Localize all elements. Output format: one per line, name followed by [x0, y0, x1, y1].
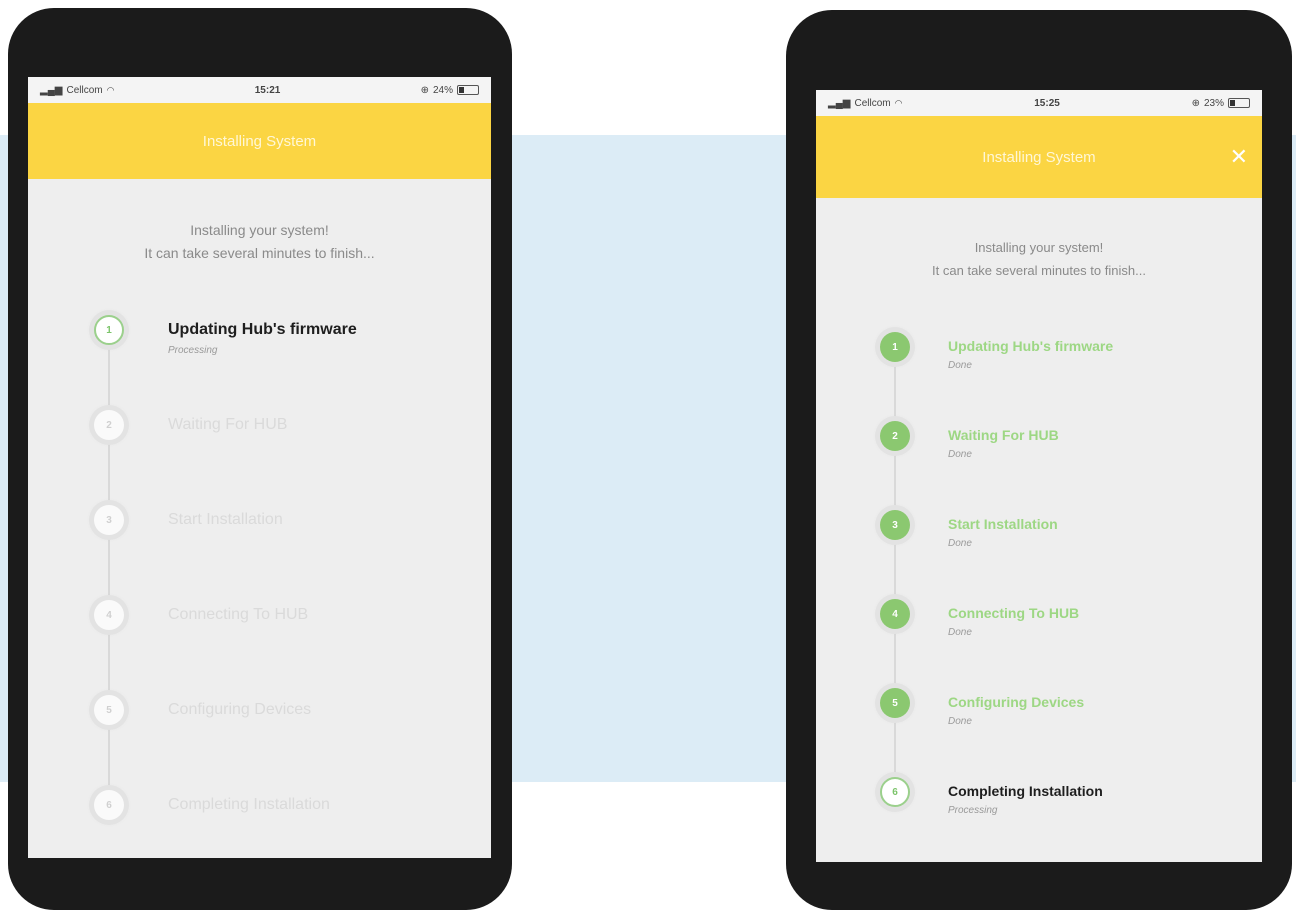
wifi-icon: ◠	[894, 97, 903, 108]
battery-icon	[1228, 98, 1250, 108]
step-number-badge: 6	[94, 790, 124, 820]
step-number-badge: 2	[880, 421, 910, 451]
step-number-badge: 1	[94, 315, 124, 345]
step-status: Done	[948, 627, 972, 638]
step-item: 5 Configuring Devices	[28, 695, 491, 790]
step-item: 4 Connecting To HUB	[28, 600, 491, 695]
steps-list: 1 Updating Hub's firmware Processing 2 W…	[28, 315, 491, 858]
status-bar: ▂▄▆ Cellcom ◠ 15:25 ⊕ 23%	[816, 90, 1262, 116]
step-item: 2 Waiting For HUB Done	[816, 421, 1262, 510]
step-status: Processing	[168, 345, 218, 356]
signal-icon: ▂▄▆	[828, 97, 851, 109]
step-item: 3 Start Installation Done	[816, 510, 1262, 599]
step-number-badge: 5	[880, 688, 910, 718]
phone-screen: ▂▄▆ Cellcom ◠ 15:25 ⊕ 23% Installing Sys…	[816, 90, 1262, 862]
intro-line-1: Installing your system!	[190, 222, 329, 238]
alarm-icon: ⊕	[1191, 97, 1200, 109]
step-item: 1 Updating Hub's firmware Done	[816, 332, 1262, 421]
step-label: Configuring Devices	[168, 701, 312, 718]
step-label: Completing Installation	[948, 783, 1103, 799]
phone-left: ▂▄▆ Cellcom ◠ 15:21 ⊕ 24% Installing Sys…	[8, 8, 512, 910]
intro-line-2: It can take several minutes to finish...	[144, 245, 375, 261]
battery-icon	[457, 85, 479, 95]
carrier-name: Cellcom	[854, 97, 891, 109]
status-bar: ▂▄▆ Cellcom ◠ 15:21 ⊕ 24%	[28, 77, 491, 103]
step-status: Processing	[948, 805, 998, 816]
step-label: Waiting For HUB	[948, 427, 1059, 443]
header-title: Installing System	[202, 132, 317, 150]
step-label: Completing Installation	[168, 796, 330, 813]
wifi-icon: ◠	[106, 84, 115, 95]
step-label: Waiting For HUB	[168, 416, 288, 433]
steps-list: 1 Updating Hub's firmware Done 2 Waiting…	[816, 332, 1262, 862]
intro-text: Installing your system! It can take seve…	[28, 219, 491, 265]
step-item: 5 Configuring Devices Done	[816, 688, 1262, 777]
phone-right: ▂▄▆ Cellcom ◠ 15:25 ⊕ 23% Installing Sys…	[786, 10, 1292, 910]
step-number-badge: 6	[880, 777, 910, 807]
step-item: 6 Completing Installation	[28, 790, 491, 858]
header-title: Installing System	[982, 148, 1096, 166]
carrier-name: Cellcom	[66, 84, 103, 96]
step-label: Start Installation	[948, 516, 1058, 532]
step-label: Connecting To HUB	[948, 605, 1080, 621]
app-header: Installing System	[28, 103, 491, 179]
step-number-badge: 4	[94, 600, 124, 630]
intro-line-1: Installing your system!	[974, 240, 1104, 255]
step-item: 6 Completing Installation Processing	[816, 777, 1262, 862]
step-number-badge: 2	[94, 410, 124, 440]
phone-screen: ▂▄▆ Cellcom ◠ 15:21 ⊕ 24% Installing Sys…	[28, 77, 491, 858]
alarm-icon: ⊕	[420, 84, 429, 96]
step-label: Start Installation	[168, 511, 283, 528]
step-label: Configuring Devices	[948, 694, 1085, 710]
step-item: 4 Connecting To HUB Done	[816, 599, 1262, 688]
status-time: 15:25	[1034, 97, 1060, 109]
signal-icon: ▂▄▆	[40, 84, 63, 96]
step-number-badge: 3	[880, 510, 910, 540]
step-status: Done	[948, 716, 972, 727]
step-number-badge: 3	[94, 505, 124, 535]
intro-line-2: It can take several minutes to finish...	[932, 263, 1146, 278]
step-item: 2 Waiting For HUB	[28, 410, 491, 505]
step-item: 1 Updating Hub's firmware Processing	[28, 315, 491, 410]
battery-percent: 24%	[432, 84, 453, 96]
step-label: Updating Hub's firmware	[168, 321, 357, 338]
app-header: Installing System ✕	[816, 116, 1262, 198]
step-number-badge: 5	[94, 695, 124, 725]
step-status: Done	[948, 449, 972, 460]
step-status: Done	[948, 538, 972, 549]
step-number-badge: 4	[880, 599, 910, 629]
intro-text: Installing your system! It can take seve…	[816, 236, 1262, 282]
step-number-badge: 1	[880, 332, 910, 362]
close-button[interactable]: ✕	[1230, 146, 1248, 168]
status-time: 15:21	[254, 84, 281, 96]
step-status: Done	[948, 360, 972, 371]
step-label: Updating Hub's firmware	[948, 338, 1114, 354]
step-label: Connecting To HUB	[168, 606, 309, 623]
step-item: 3 Start Installation	[28, 505, 491, 600]
battery-percent: 23%	[1203, 97, 1224, 109]
